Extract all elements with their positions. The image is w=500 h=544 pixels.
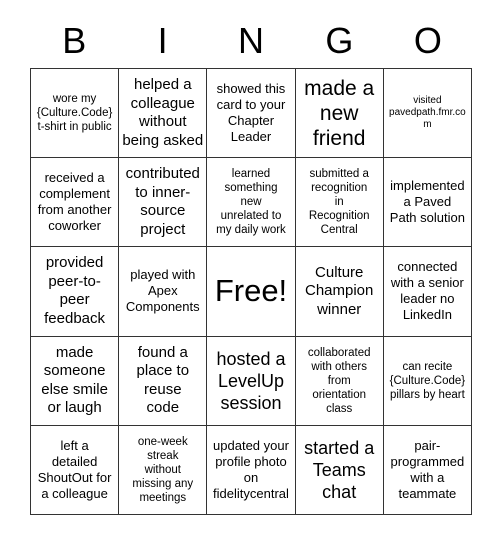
bingo-cell[interactable]: submitted a recognition in Recognition C… — [295, 158, 384, 248]
bingo-cell[interactable]: collaborated with others from orientatio… — [295, 336, 384, 426]
bingo-cell[interactable]: visited pavedpath.fmr.com — [383, 69, 472, 159]
bingo-cell-label: left a detailed ShoutOut for a colleague — [37, 437, 112, 501]
bingo-cell-label: contributed to inner- source project — [125, 165, 200, 238]
bingo-cell-label: helped a colleague without being asked — [122, 76, 204, 149]
bingo-cell-label: updated your profile photo on fidelityce… — [213, 437, 289, 501]
bingo-cell-label: submitted a recognition in Recognition C… — [308, 168, 370, 237]
bingo-cell-label: wore my {Culture.Code} t-shirt in public — [36, 93, 113, 134]
bingo-cell-label: implemented a Paved Path solution — [389, 178, 465, 226]
bingo-cell[interactable]: hosted a LevelUp session — [207, 336, 296, 426]
bingo-cell-label: Culture Champion winner — [305, 263, 374, 318]
bingo-free-space[interactable]: Free! — [207, 247, 296, 337]
bingo-cell[interactable]: helped a colleague without being asked — [119, 69, 208, 159]
bingo-header-letter-i: I — [157, 20, 168, 61]
bingo-cell-label: can recite {Culture.Code} pillars by hea… — [389, 360, 466, 401]
bingo-cell[interactable]: started a Teams chat — [295, 425, 384, 515]
bingo-grid: wore my {Culture.Code} t-shirt in public… — [30, 68, 472, 515]
bingo-cell-label: one-week streak without missing any meet… — [132, 435, 194, 504]
bingo-cell-label: showed this card to your Chapter Leader — [216, 81, 286, 145]
bingo-cell[interactable]: connected with a senior leader no Linked… — [383, 247, 472, 337]
bingo-cell-label: received a complement from another cowor… — [37, 170, 112, 234]
bingo-card: B I N G O wore my {Culture.Code} t-shirt… — [0, 0, 500, 544]
bingo-cell[interactable]: can recite {Culture.Code} pillars by hea… — [383, 336, 472, 426]
bingo-cell-label: found a place to reuse code — [136, 343, 190, 417]
bingo-cell[interactable]: left a detailed ShoutOut for a colleague — [31, 425, 120, 515]
bingo-cell[interactable]: made someone else smile or laugh — [31, 336, 120, 426]
bingo-header-letter-n: N — [238, 20, 265, 61]
bingo-cell-label: made someone else smile or laugh — [41, 343, 108, 417]
bingo-free-space-label: Free! — [214, 273, 288, 309]
bingo-cell[interactable]: learned something new unrelated to my da… — [207, 158, 296, 248]
bingo-cell[interactable]: found a place to reuse code — [119, 336, 208, 426]
bingo-header-letter-o: O — [413, 20, 442, 61]
bingo-cell[interactable]: received a complement from another cowor… — [31, 158, 120, 248]
bingo-cell-label: visited pavedpath.fmr.com — [389, 95, 466, 131]
bingo-header-letter-b: B — [62, 20, 87, 61]
bingo-header-letter-g: G — [325, 20, 354, 61]
bingo-cell[interactable]: played with Apex Components — [119, 247, 208, 337]
bingo-cell-label: collaborated with others from orientatio… — [307, 346, 371, 415]
bingo-cell-label: started a Teams chat — [304, 437, 375, 502]
bingo-cell-label: connected with a senior leader no Linked… — [390, 259, 464, 323]
bingo-cell-label: played with Apex Components — [125, 267, 200, 315]
bingo-cell-label: learned something new unrelated to my da… — [216, 168, 286, 237]
bingo-cell[interactable]: implemented a Paved Path solution — [383, 158, 472, 248]
bingo-cell[interactable]: pair- programmed with a teammate — [383, 425, 472, 515]
bingo-cell[interactable]: made a new friend — [295, 69, 384, 159]
bingo-cell[interactable]: Culture Champion winner — [295, 247, 384, 337]
bingo-cell-label: provided peer-to- peer feedback — [44, 254, 106, 327]
bingo-cell[interactable]: showed this card to your Chapter Leader — [207, 69, 296, 159]
bingo-cell-label: made a new friend — [304, 76, 375, 150]
bingo-cell[interactable]: wore my {Culture.Code} t-shirt in public — [31, 69, 120, 159]
bingo-cell-label: pair- programmed with a teammate — [390, 437, 465, 501]
bingo-cell-label: hosted a LevelUp session — [216, 348, 286, 413]
bingo-header: B I N G O — [30, 16, 472, 66]
bingo-cell[interactable]: contributed to inner- source project — [119, 158, 208, 248]
bingo-cell[interactable]: provided peer-to- peer feedback — [31, 247, 120, 337]
bingo-cell[interactable]: updated your profile photo on fidelityce… — [207, 425, 296, 515]
bingo-cell[interactable]: one-week streak without missing any meet… — [119, 425, 208, 515]
